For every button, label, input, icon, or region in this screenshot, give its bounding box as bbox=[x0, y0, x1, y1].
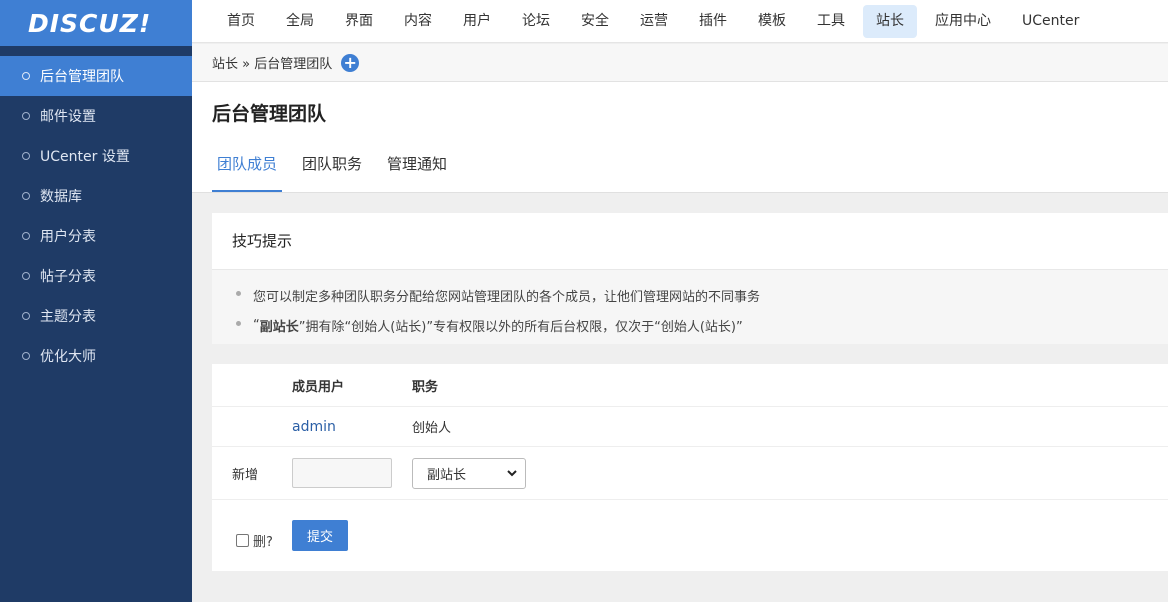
circle-bullet-icon bbox=[22, 72, 30, 80]
tips-title: 技巧提示 bbox=[212, 213, 1168, 270]
chevron-down-icon bbox=[507, 470, 517, 477]
checkbox-box[interactable] bbox=[236, 534, 249, 547]
sidebar-item-label: 后台管理团队 bbox=[40, 69, 124, 85]
add-label: 新增 bbox=[232, 467, 259, 483]
tip-item: “副站长 ”拥有除“创始人(站长)”专有权限以外的所有后台权限，仅次于“创始人(站… bbox=[212, 310, 1168, 340]
table-footer: 删? 提交 bbox=[212, 500, 1168, 570]
sidebar-item-database[interactable]: 数据库 bbox=[0, 176, 192, 216]
table-row: admin 创始人 bbox=[212, 407, 1168, 447]
sidebar-item-label: 主题分表 bbox=[40, 309, 96, 325]
sidebar-item-label: 邮件设置 bbox=[40, 109, 96, 125]
nav-item-forum[interactable]: 论坛 bbox=[509, 5, 563, 38]
tab-team-members[interactable]: 团队成员 bbox=[212, 144, 283, 192]
sidebar-item-label: 优化大师 bbox=[40, 349, 96, 365]
circle-bullet-icon bbox=[22, 192, 30, 200]
role-select-value: 副站长 bbox=[427, 467, 467, 483]
sidebar-item-user-split[interactable]: 用户分表 bbox=[0, 216, 192, 256]
sidebar-item-label: UCenter 设置 bbox=[40, 149, 130, 165]
nav-item-interface[interactable]: 界面 bbox=[332, 5, 386, 38]
nav-item-tools[interactable]: 工具 bbox=[804, 5, 858, 38]
sidebar-menu: 后台管理团队 邮件设置 UCenter 设置 数据库 用户分表 帖子分表 主题分… bbox=[0, 56, 192, 376]
role-select[interactable]: 副站长 bbox=[412, 457, 526, 489]
top-nav: 首页 全局 界面 内容 用户 论坛 安全 运营 插件 模板 工具 站长 应用中心… bbox=[192, 0, 1168, 43]
column-header-member: 成员用户 bbox=[292, 379, 345, 395]
bullet-icon bbox=[236, 320, 241, 326]
member-cell: admin bbox=[292, 407, 336, 446]
nav-item-users[interactable]: 用户 bbox=[450, 5, 504, 38]
tip-text-bold: 副站长 bbox=[259, 319, 299, 335]
breadcrumb: 站长 » 后台管理团队 + bbox=[192, 44, 1168, 82]
members-table: 成员用户 职务 admin 创始人 新增 副站长 删? 提交 bbox=[212, 364, 1168, 571]
sidebar: DISCUZ! 后台管理团队 邮件设置 UCenter 设置 数据库 用户分表 … bbox=[0, 0, 192, 602]
sidebar-item-label: 用户分表 bbox=[40, 229, 96, 245]
tips-panel: 技巧提示 您可以制定多种团队职务分配给您网站管理团队的各个成员，让他们管理网站的… bbox=[212, 213, 1168, 344]
circle-bullet-icon bbox=[22, 112, 30, 120]
column-header-role: 职务 bbox=[412, 379, 439, 395]
logo[interactable]: DISCUZ! bbox=[28, 9, 151, 38]
add-member-row: 新增 副站长 bbox=[212, 447, 1168, 500]
nav-item-security[interactable]: 安全 bbox=[568, 5, 622, 38]
sidebar-item-admin-team[interactable]: 后台管理团队 bbox=[0, 56, 192, 96]
circle-bullet-icon bbox=[22, 352, 30, 360]
role-cell: 创始人 bbox=[412, 421, 452, 436]
nav-item-plugins[interactable]: 插件 bbox=[686, 5, 740, 38]
nav-item-templates[interactable]: 模板 bbox=[745, 5, 799, 38]
nav-item-ucenter[interactable]: UCenter bbox=[1009, 5, 1092, 38]
circle-bullet-icon bbox=[22, 272, 30, 280]
nav-item-content[interactable]: 内容 bbox=[391, 5, 445, 38]
tips-list: 您可以制定多种团队职务分配给您网站管理团队的各个成员，让他们管理网站的不同事务 … bbox=[212, 270, 1168, 344]
sidebar-item-mail-settings[interactable]: 邮件设置 bbox=[0, 96, 192, 136]
nav-item-home[interactable]: 首页 bbox=[214, 5, 268, 38]
circle-bullet-icon bbox=[22, 312, 30, 320]
page-header: 后台管理团队 团队成员 团队职务 管理通知 bbox=[192, 82, 1168, 193]
sidebar-item-thread-split[interactable]: 主题分表 bbox=[0, 296, 192, 336]
nav-item-webmaster[interactable]: 站长 bbox=[863, 4, 917, 38]
sidebar-item-post-split[interactable]: 帖子分表 bbox=[0, 256, 192, 296]
bullet-icon bbox=[236, 290, 241, 296]
tip-item: 您可以制定多种团队职务分配给您网站管理团队的各个成员，让他们管理网站的不同事务 bbox=[212, 280, 1168, 310]
sidebar-item-optimizer[interactable]: 优化大师 bbox=[0, 336, 192, 376]
new-member-input[interactable] bbox=[292, 458, 392, 488]
new-member-cell bbox=[292, 447, 392, 499]
delete-label: 删? bbox=[253, 535, 273, 550]
tab-bar: 团队成员 团队职务 管理通知 bbox=[212, 144, 467, 192]
nav-item-global[interactable]: 全局 bbox=[273, 5, 327, 38]
circle-bullet-icon bbox=[22, 152, 30, 160]
logo-box: DISCUZ! bbox=[0, 0, 192, 46]
nav-item-app-center[interactable]: 应用中心 bbox=[922, 5, 1004, 38]
circle-bullet-icon bbox=[22, 232, 30, 240]
delete-checkbox[interactable]: 删? bbox=[236, 531, 273, 550]
member-link[interactable]: admin bbox=[292, 419, 336, 435]
sidebar-item-label: 数据库 bbox=[40, 189, 82, 205]
breadcrumb-text: 站长 » 后台管理团队 bbox=[212, 57, 333, 72]
plus-circle-icon[interactable]: + bbox=[341, 53, 360, 72]
table-header-row: 成员用户 职务 bbox=[212, 364, 1168, 407]
page-title: 后台管理团队 bbox=[212, 103, 327, 125]
tab-team-roles[interactable]: 团队职务 bbox=[297, 144, 367, 192]
tab-admin-notices[interactable]: 管理通知 bbox=[382, 144, 452, 192]
role-select-cell: 副站长 bbox=[412, 447, 526, 499]
tip-text: 您可以制定多种团队职务分配给您网站管理团队的各个成员，让他们管理网站的不同事务 bbox=[253, 289, 761, 305]
sidebar-item-label: 帖子分表 bbox=[40, 269, 96, 285]
tip-text-rest: ”拥有除“创始人(站长)”专有权限以外的所有后台权限，仅次于“创始人(站长)” bbox=[298, 319, 743, 335]
submit-button[interactable]: 提交 bbox=[292, 520, 348, 551]
nav-item-operations[interactable]: 运营 bbox=[627, 5, 681, 38]
tip-text-open-quote: “ bbox=[253, 317, 260, 333]
sidebar-item-ucenter-settings[interactable]: UCenter 设置 bbox=[0, 136, 192, 176]
